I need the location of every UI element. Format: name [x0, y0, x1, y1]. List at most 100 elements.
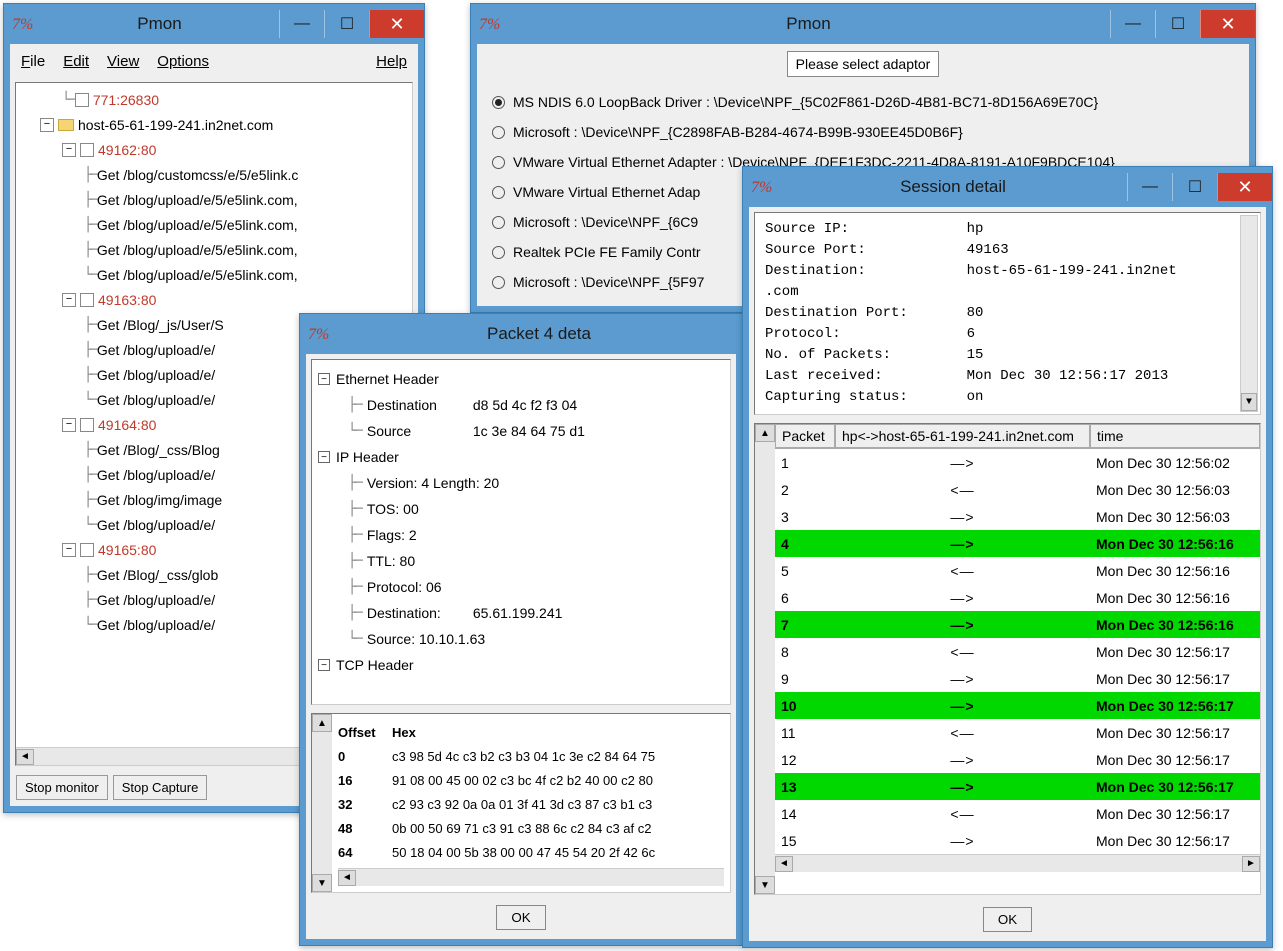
tree-row[interactable]: −49162:80: [18, 137, 410, 162]
minimize-button[interactable]: —: [1127, 173, 1172, 201]
packet-direction: <—: [835, 482, 1090, 498]
ip-dest-label: Destination:: [367, 605, 467, 621]
close-button[interactable]: ✕: [369, 10, 424, 38]
hex-data-header: Hex: [392, 725, 416, 740]
tree-row[interactable]: −host-65-61-199-241.in2net.com: [18, 112, 410, 137]
ok-button[interactable]: OK: [983, 907, 1032, 932]
scroll-up-button[interactable]: ▲: [312, 714, 332, 732]
packet-header-tree[interactable]: −Ethernet Header ├─Destinationd8 5d 4c f…: [311, 359, 731, 705]
packet-row[interactable]: 14<—Mon Dec 30 12:56:17: [775, 800, 1260, 827]
scroll-down-button[interactable]: ▼: [312, 874, 332, 892]
tree-row[interactable]: − 49163:80: [18, 287, 410, 312]
packet-row[interactable]: 11<—Mon Dec 30 12:56:17: [775, 719, 1260, 746]
col-time[interactable]: time: [1090, 424, 1260, 448]
packet-row[interactable]: 3—>Mon Dec 30 12:56:03: [775, 503, 1260, 530]
radio-icon: [492, 246, 505, 259]
packet-number: 2: [775, 482, 835, 498]
packet-direction: —>: [835, 779, 1090, 795]
packet-row[interactable]: 9—>Mon Dec 30 12:56:17: [775, 665, 1260, 692]
hex-row[interactable]: 480b 00 50 69 71 c3 91 c3 88 6c c2 84 c3…: [338, 816, 724, 840]
scroll-left-button[interactable]: ◄: [338, 870, 356, 886]
scrollbar-vertical[interactable]: ▼: [1240, 215, 1258, 412]
packet-direction: —>: [835, 455, 1090, 471]
scroll-down-button[interactable]: ▼: [755, 876, 775, 894]
menu-edit[interactable]: Edit: [63, 53, 89, 70]
menu-help[interactable]: Help: [376, 53, 407, 70]
packet-row[interactable]: 10—>Mon Dec 30 12:56:17: [775, 692, 1260, 719]
scroll-right-button[interactable]: ►: [1242, 856, 1260, 872]
ip-dest-value: 65.61.199.241: [473, 605, 563, 621]
titlebar[interactable]: 7% Session detail — ☐ ✕: [743, 167, 1272, 207]
window-title: Session detail: [779, 177, 1127, 197]
tree-row[interactable]: ├─Get /blog/upload/e/5/e5link.com,: [18, 212, 410, 237]
packet-row[interactable]: 5<—Mon Dec 30 12:56:16: [775, 557, 1260, 584]
maximize-button[interactable]: ☐: [1155, 10, 1200, 38]
packet-row[interactable]: 8<—Mon Dec 30 12:56:17: [775, 638, 1260, 665]
collapse-icon[interactable]: −: [62, 293, 76, 307]
collapse-icon[interactable]: −: [318, 373, 330, 385]
packet-direction: <—: [835, 806, 1090, 822]
packet-time: Mon Dec 30 12:56:03: [1090, 509, 1260, 525]
packet-row[interactable]: 13—>Mon Dec 30 12:56:17: [775, 773, 1260, 800]
menu-view[interactable]: View: [107, 53, 139, 70]
ip-flags: Flags: 2: [367, 527, 417, 543]
collapse-icon[interactable]: −: [40, 118, 54, 132]
titlebar[interactable]: 7% Packet 4 deta: [300, 314, 742, 354]
packet-time: Mon Dec 30 12:56:17: [1090, 698, 1260, 714]
tree-row[interactable]: └─Get /blog/upload/e/5/e5link.com,: [18, 262, 410, 287]
menu-file[interactable]: File: [21, 53, 45, 70]
hex-row[interactable]: 0c3 98 5d 4c c3 b2 c3 b3 04 1c 3e c2 84 …: [338, 744, 724, 768]
session-label: 49163:80: [98, 292, 156, 308]
scroll-up-button[interactable]: ▲: [755, 424, 775, 442]
packet-row[interactable]: 6—>Mon Dec 30 12:56:16: [775, 584, 1260, 611]
packet-row[interactable]: 2<—Mon Dec 30 12:56:03: [775, 476, 1260, 503]
maximize-button[interactable]: ☐: [324, 10, 369, 38]
close-button[interactable]: ✕: [1200, 10, 1255, 38]
col-packet[interactable]: Packet: [775, 424, 835, 448]
request-label: Get /Blog/_css/glob: [97, 567, 218, 583]
menu-options[interactable]: Options: [157, 53, 209, 70]
tree-row[interactable]: └─771:26830: [18, 87, 410, 112]
hex-row[interactable]: 32c2 93 c3 92 0a 0a 01 3f 41 3d c3 87 c3…: [338, 792, 724, 816]
collapse-icon[interactable]: −: [318, 659, 330, 671]
hex-row[interactable]: 6450 18 04 00 5b 38 00 00 47 45 54 20 2f…: [338, 840, 724, 864]
ethernet-header-label: Ethernet Header: [336, 371, 439, 387]
packet-direction: —>: [835, 833, 1090, 849]
tree-row[interactable]: ├─Get /blog/upload/e/5/e5link.com,: [18, 237, 410, 262]
minimize-button[interactable]: —: [279, 10, 324, 38]
tree-row[interactable]: ├─Get /blog/upload/e/5/e5link.com,: [18, 187, 410, 212]
ip-version: Version: 4 Length: 20: [367, 475, 499, 491]
packet-number: 15: [775, 833, 835, 849]
ok-button[interactable]: OK: [496, 905, 545, 930]
tree-row[interactable]: ├─Get /blog/customcss/e/5/e5link.c: [18, 162, 410, 187]
packet-row[interactable]: 4—>Mon Dec 30 12:56:16: [775, 530, 1260, 557]
packet-row[interactable]: 15—>Mon Dec 30 12:56:17: [775, 827, 1260, 854]
stop-capture-button[interactable]: Stop Capture: [113, 775, 208, 800]
titlebar[interactable]: 7% Pmon — ☐ ✕: [4, 4, 424, 44]
scroll-left-button[interactable]: ◄: [775, 856, 793, 872]
packet-direction: —>: [835, 698, 1090, 714]
packet-row[interactable]: 7—>Mon Dec 30 12:56:16: [775, 611, 1260, 638]
packet-time: Mon Dec 30 12:56:16: [1090, 563, 1260, 579]
packet-row[interactable]: 1—>Mon Dec 30 12:56:02: [775, 449, 1260, 476]
packet-time: Mon Dec 30 12:56:16: [1090, 536, 1260, 552]
titlebar[interactable]: 7% Pmon — ☐ ✕: [471, 4, 1255, 44]
request-label: Get /blog/upload/e/5/e5link.com,: [97, 217, 298, 233]
collapse-icon[interactable]: −: [318, 451, 330, 463]
close-button[interactable]: ✕: [1217, 173, 1272, 201]
packet-time: Mon Dec 30 12:56:17: [1090, 725, 1260, 741]
packet-number: 1: [775, 455, 835, 471]
adapter-option[interactable]: Microsoft : \Device\NPF_{C2898FAB-B284-4…: [492, 117, 1234, 147]
collapse-icon[interactable]: −: [62, 543, 76, 557]
adapter-option[interactable]: MS NDIS 6.0 LoopBack Driver : \Device\NP…: [492, 87, 1234, 117]
app-icon: 7%: [751, 179, 771, 195]
scroll-left-button[interactable]: ◄: [16, 749, 34, 765]
packet-row[interactable]: 12—>Mon Dec 30 12:56:17: [775, 746, 1260, 773]
collapse-icon[interactable]: −: [62, 143, 76, 157]
stop-monitor-button[interactable]: Stop monitor: [16, 775, 108, 800]
collapse-icon[interactable]: −: [62, 418, 76, 432]
maximize-button[interactable]: ☐: [1172, 173, 1217, 201]
minimize-button[interactable]: —: [1110, 10, 1155, 38]
hex-row[interactable]: 1691 08 00 45 00 02 c3 bc 4f c2 b2 40 00…: [338, 768, 724, 792]
col-direction[interactable]: hp<->host-65-61-199-241.in2net.com: [835, 424, 1090, 448]
